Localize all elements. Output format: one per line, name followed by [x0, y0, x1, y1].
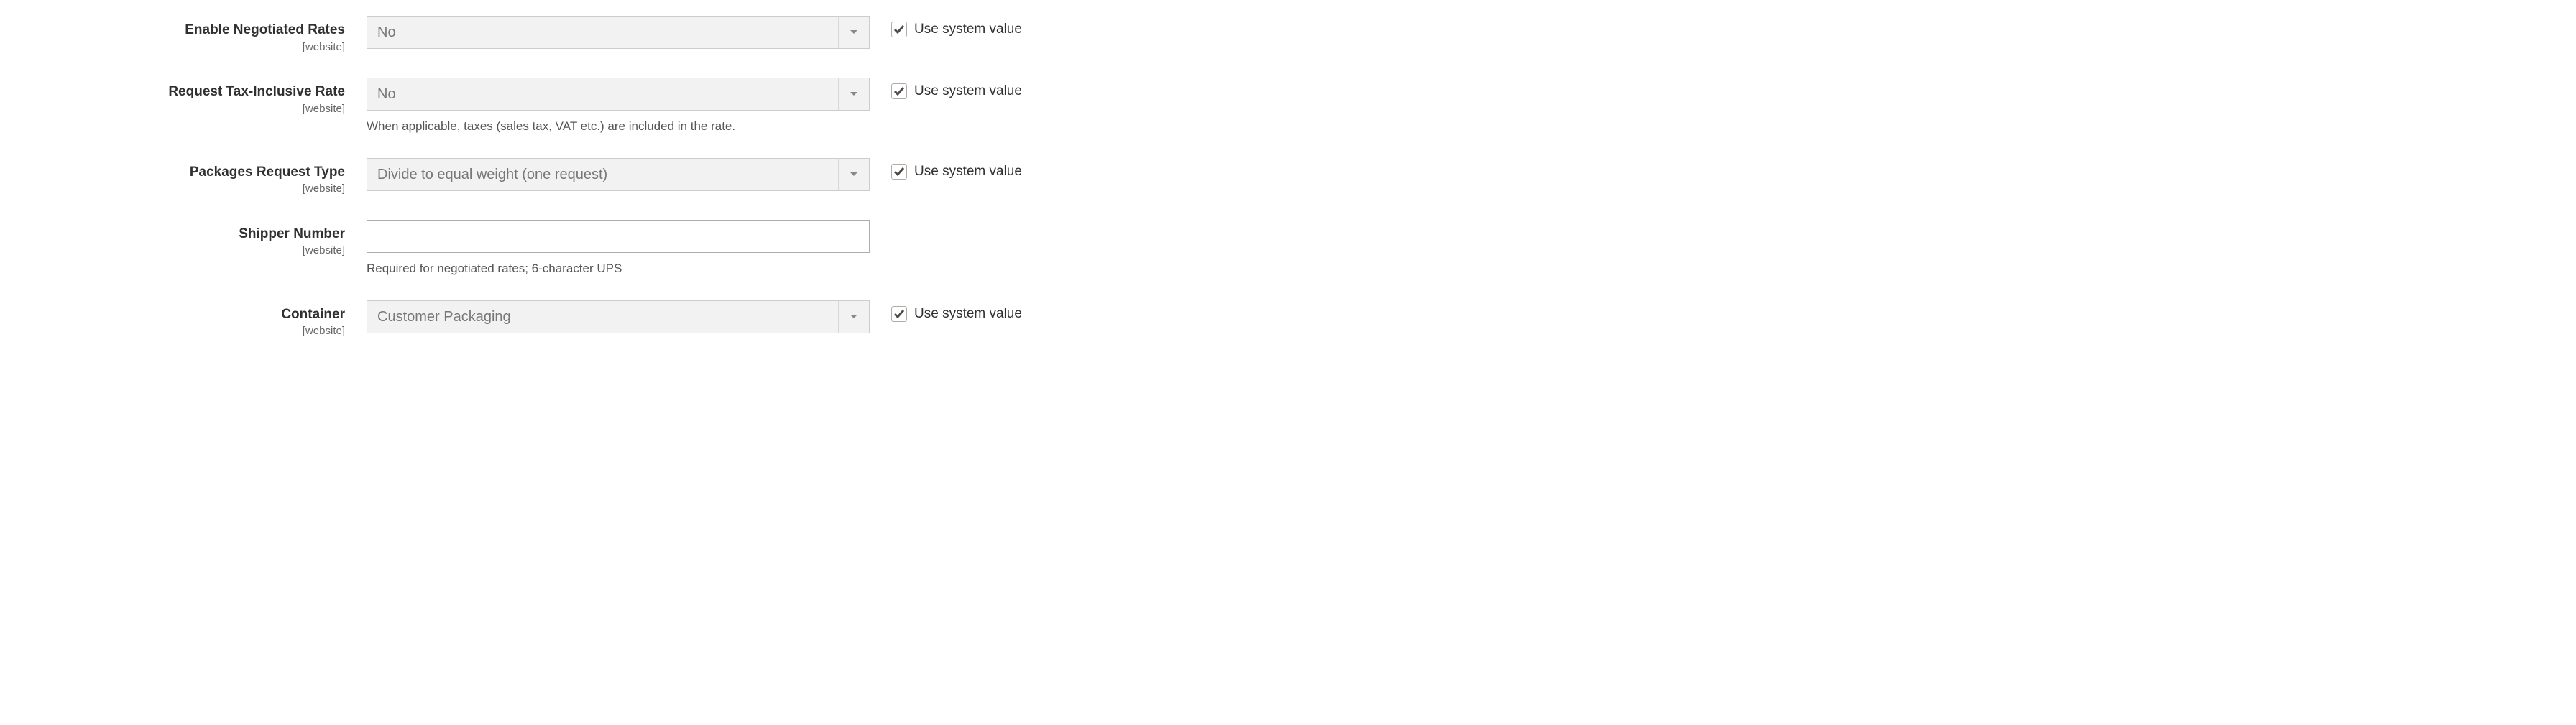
tax-inclusive-select[interactable]: No	[367, 78, 870, 111]
negotiated-rates-scope: [website]	[0, 41, 345, 53]
tax-inclusive-value: No	[367, 78, 870, 111]
chevron-down-icon	[838, 16, 870, 49]
packages-request-use-system-checkbox[interactable]	[891, 164, 907, 180]
packages-request-value: Divide to equal weight (one request)	[367, 158, 870, 191]
negotiated-rates-value: No	[367, 16, 870, 49]
packages-request-label: Packages Request Type	[0, 164, 345, 182]
tax-inclusive-scope: [website]	[0, 103, 345, 115]
shipper-number-scope: [website]	[0, 244, 345, 257]
negotiated-rates-use-system-checkbox[interactable]	[891, 22, 907, 37]
shipper-number-hint: Required for negotiated rates; 6-charact…	[367, 260, 870, 277]
packages-request-select[interactable]: Divide to equal weight (one request)	[367, 158, 870, 191]
packages-request-use-system-label: Use system value	[914, 164, 1022, 180]
chevron-down-icon	[838, 78, 870, 111]
container-use-system-label: Use system value	[914, 306, 1022, 322]
tax-inclusive-use-system-checkbox[interactable]	[891, 83, 907, 99]
negotiated-rates-use-system-label: Use system value	[914, 22, 1022, 37]
tax-inclusive-use-system-label: Use system value	[914, 83, 1022, 99]
shipper-number-input[interactable]	[367, 220, 870, 253]
shipper-number-label: Shipper Number	[0, 226, 345, 244]
negotiated-rates-label: Enable Negotiated Rates	[0, 22, 345, 40]
tax-inclusive-label: Request Tax-Inclusive Rate	[0, 83, 345, 101]
container-use-system-checkbox[interactable]	[891, 306, 907, 322]
packages-request-scope: [website]	[0, 183, 345, 195]
chevron-down-icon	[838, 158, 870, 191]
negotiated-rates-select[interactable]: No	[367, 16, 870, 49]
chevron-down-icon	[838, 300, 870, 333]
tax-inclusive-hint: When applicable, taxes (sales tax, VAT e…	[367, 118, 870, 135]
container-value: Customer Packaging	[367, 300, 870, 333]
container-select[interactable]: Customer Packaging	[367, 300, 870, 333]
container-scope: [website]	[0, 325, 345, 337]
container-label: Container	[0, 306, 345, 324]
